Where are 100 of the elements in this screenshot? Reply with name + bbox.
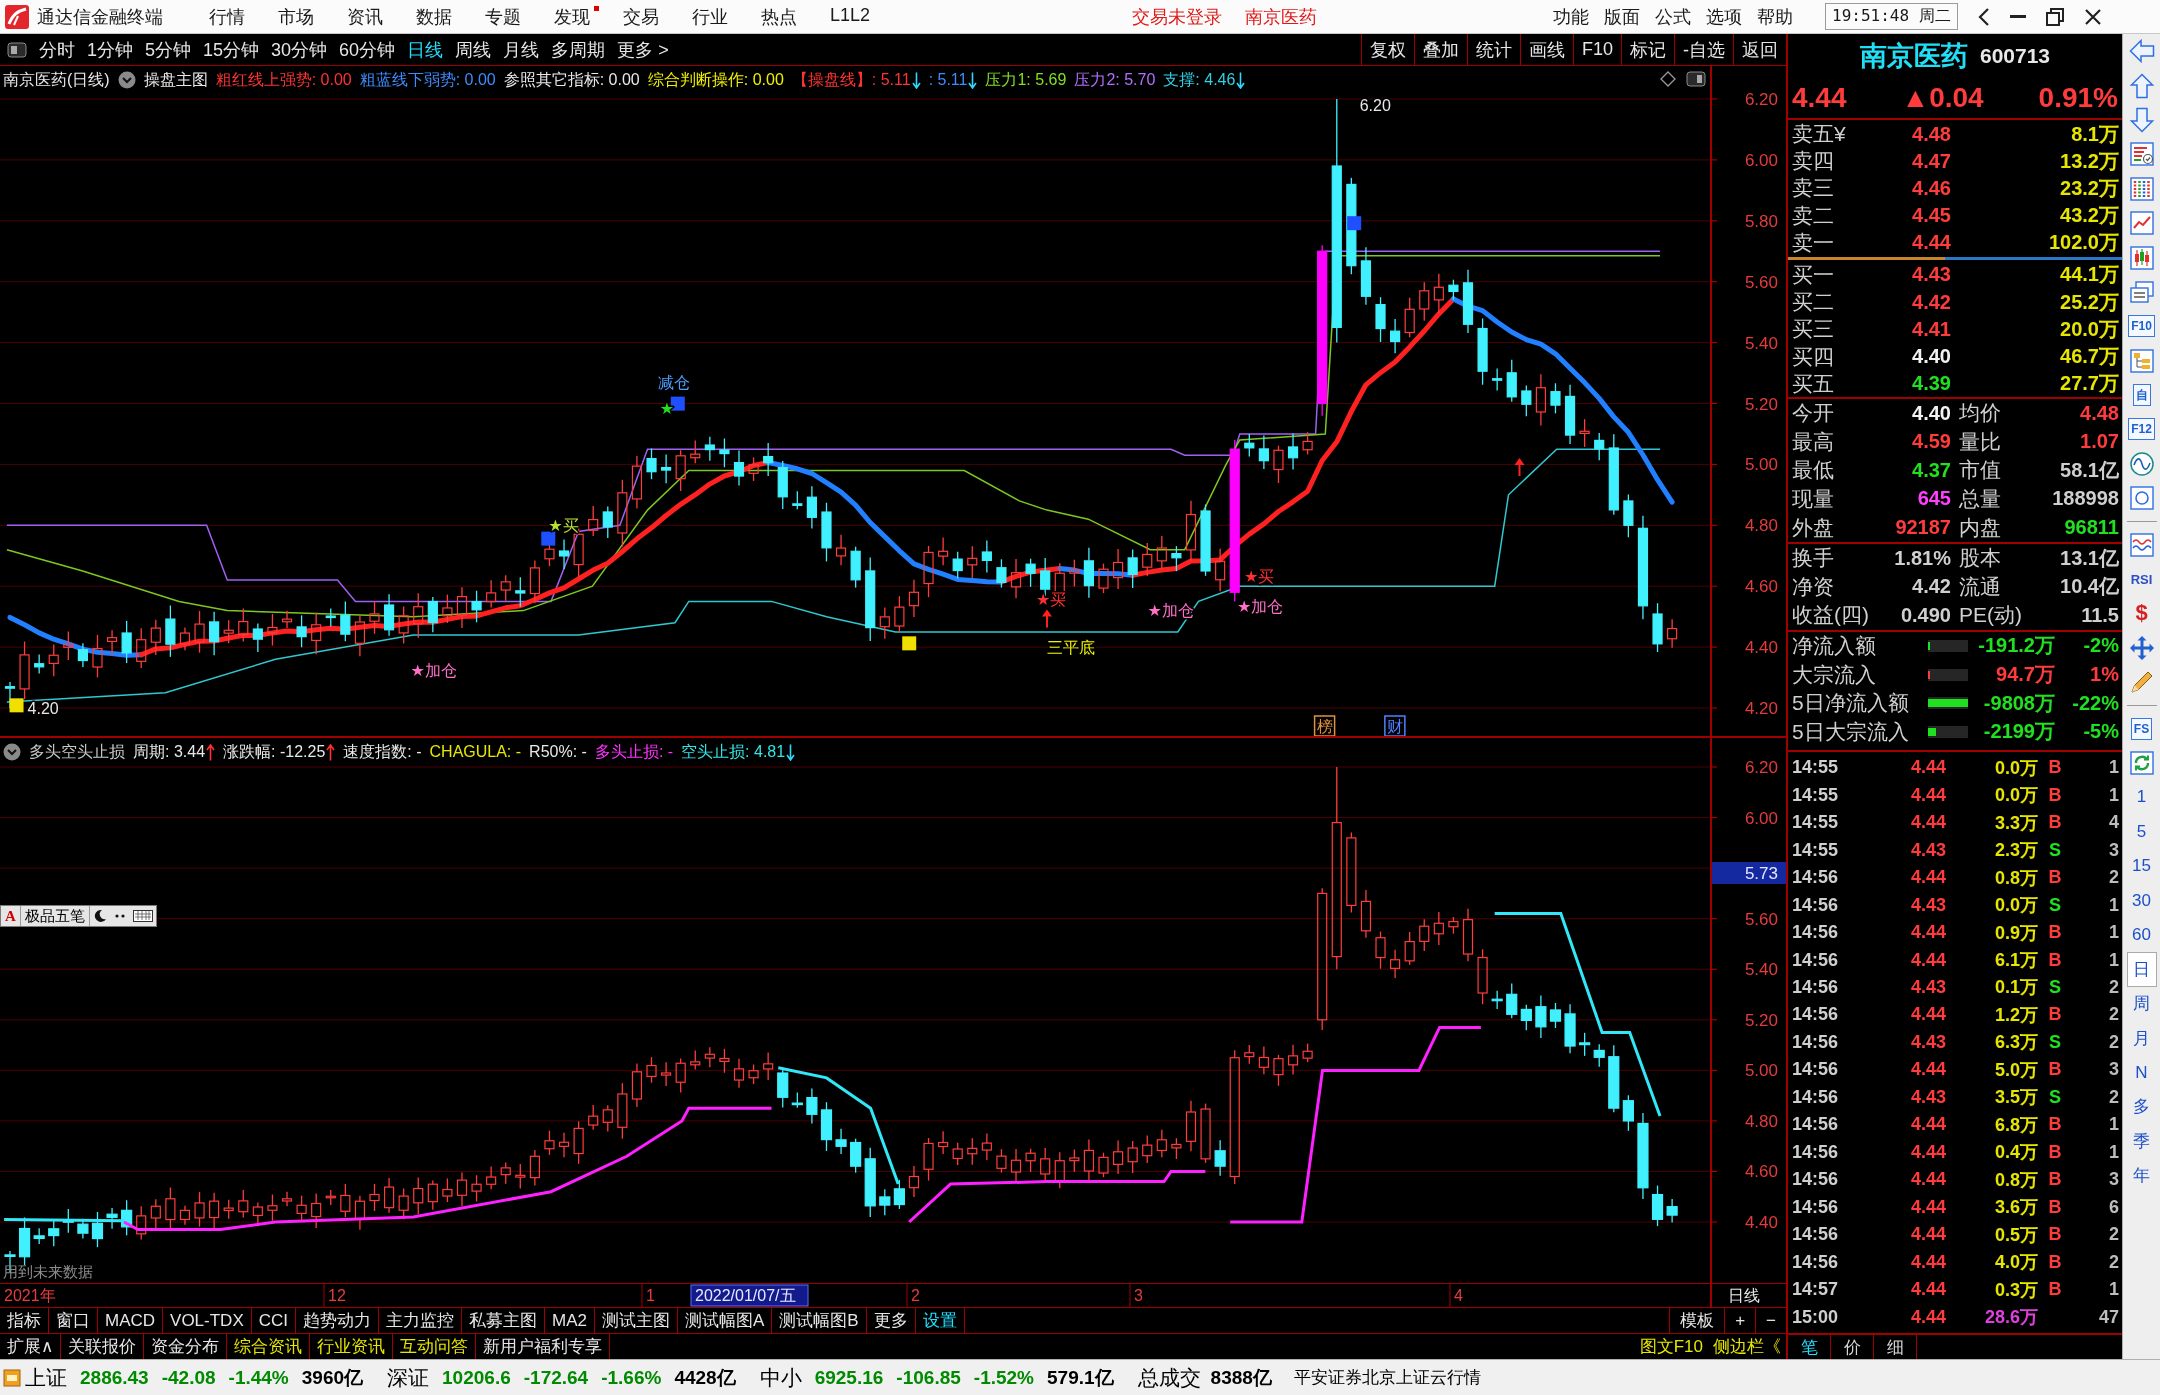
period-button[interactable]: 60 [2126,917,2157,953]
tab[interactable]: 窗口 [49,1308,98,1333]
toolbar-button[interactable]: FS [2130,717,2153,740]
toolbar-button[interactable]: 标记 [1621,34,1674,65]
toolbar-button[interactable]: 复权 [1360,34,1414,65]
toolbar-button[interactable]: F12 [2128,418,2155,441]
chevron-left-icon[interactable] [1977,6,1990,27]
period-tab[interactable]: 日线 [407,37,444,62]
tab[interactable]: MACD [98,1308,164,1333]
tab[interactable]: 趋势动力 [296,1308,380,1333]
period-tab[interactable]: 60分钟 [339,37,396,62]
period-button[interactable]: 季 [2126,1124,2157,1159]
down-arrow-icon[interactable] [2128,106,2155,133]
toolbar-button[interactable]: F10 [2128,315,2155,338]
market-icon[interactable] [3,1368,21,1387]
panel-toggle-icon[interactable] [1686,71,1706,87]
period-tab[interactable]: 5分钟 [145,37,192,62]
period-button[interactable]: 30 [2126,883,2157,918]
menu-item[interactable]: 选项 [1706,4,1743,29]
period-button[interactable]: 1 [2126,780,2157,815]
pencil-icon[interactable] [2128,669,2155,696]
table-icon[interactable] [2128,141,2155,168]
tab[interactable]: MA2 [545,1308,595,1333]
close-icon[interactable] [2083,7,2102,26]
restore-icon[interactable] [2045,7,2064,26]
menu-item[interactable]: 市场 [278,4,314,29]
toolbar-button[interactable]: F10 [1572,34,1621,65]
menu-item[interactable]: L1L2 [830,4,871,29]
curve-circle-icon[interactable] [2128,450,2155,477]
tab[interactable]: 测试主图 [595,1308,678,1333]
menu-item[interactable]: 公式 [1655,4,1692,29]
refresh-icon[interactable] [2128,750,2155,776]
wave-chart-icon[interactable] [2128,531,2155,558]
indicator-title[interactable]: 多头空头止损 [29,741,125,763]
dropdown-icon[interactable] [3,743,21,761]
menu-item[interactable]: 功能 [1553,4,1590,29]
tab[interactable]: 设置 [915,1308,965,1333]
tab[interactable]: 更多 [866,1308,916,1333]
tree-icon[interactable] [2128,347,2155,374]
period-tab[interactable]: 多周期 [551,37,606,62]
event-marker[interactable]: 财 [1384,715,1406,736]
period-tab[interactable]: 更多 > [617,37,669,62]
candlestick-icon[interactable] [2128,244,2155,271]
tab[interactable]: CCI [251,1308,297,1333]
tab[interactable]: 私募主图 [462,1308,546,1333]
left-arrow-icon[interactable] [2128,38,2155,65]
period-tab[interactable]: 周线 [455,37,492,62]
toolbar-button[interactable]: 画线 [1519,34,1573,65]
period-tab[interactable]: 分时 [39,37,75,62]
toolbar-button[interactable]: 自 [2132,384,2151,407]
period-button[interactable]: 5 [2126,814,2157,849]
line-chart-icon[interactable] [2128,210,2155,237]
formula-name[interactable]: 操盘主图 [143,69,208,91]
input-method-name[interactable]: 极品五笔 [20,906,90,926]
input-mode-button[interactable]: A [1,906,21,926]
tab[interactable]: VOL-TDX [163,1308,252,1333]
period-tab[interactable]: 1分钟 [87,37,133,62]
menu-item[interactable]: 行业 [692,4,728,29]
tab[interactable]: 测试幅图A [678,1308,773,1333]
stacked-windows-icon[interactable] [2128,278,2155,305]
period-button[interactable]: 日 [2126,952,2157,987]
action-button[interactable]: − [1755,1308,1786,1333]
event-marker[interactable]: 榜 [1313,715,1336,736]
toolbar-button[interactable]: 统计 [1466,34,1520,65]
toolbar-button[interactable]: $ [2135,600,2148,627]
action-button[interactable]: 模板 [1669,1308,1725,1333]
tab[interactable]: 测试幅图B [772,1308,867,1333]
period-button[interactable]: N [2126,1055,2157,1090]
menu-item[interactable]: 数据 [416,4,452,29]
period-button[interactable]: 年 [2126,1158,2157,1193]
toolbar-button[interactable]: -自选 [1674,34,1733,65]
menu-item[interactable]: 行情 [209,4,245,29]
toolbar-button[interactable]: 叠加 [1413,34,1467,65]
keyboard-icon[interactable] [132,909,153,923]
period-tab[interactable]: 15分钟 [203,37,260,62]
notice-link[interactable]: 交易未登录 [1132,4,1223,29]
grid-icon[interactable] [2128,175,2155,202]
period-tab[interactable]: 月线 [503,37,540,62]
menu-item[interactable]: 帮助 [1757,4,1794,29]
menu-item[interactable]: 版面 [1604,4,1641,29]
panel-toggle-icon[interactable] [7,41,27,58]
menu-item[interactable]: 专题 [485,4,521,29]
menu-item[interactable]: 交易 [623,4,659,29]
action-button[interactable]: 图文F10 [1634,1334,1708,1359]
tab[interactable]: 主力监控 [379,1308,463,1333]
diamond-icon[interactable] [1660,71,1676,87]
menu-item[interactable]: 发现 [554,4,590,29]
moon-icon[interactable] [92,909,107,923]
period-button[interactable]: 月 [2126,1020,2157,1056]
dropdown-icon[interactable] [117,71,136,89]
action-button[interactable]: + [1724,1308,1756,1333]
toolbar-button[interactable]: 返回 [1733,34,1786,65]
notice-link[interactable]: 南京医药 [1245,4,1318,29]
move-icon[interactable] [2128,634,2155,661]
action-button[interactable]: 侧边栏《 [1708,1334,1786,1359]
menu-item[interactable]: 热点 [761,4,797,29]
toolbar-button[interactable]: RSI [2130,571,2153,587]
up-arrow-icon[interactable] [2128,72,2155,99]
minimize-icon[interactable] [2009,15,2026,18]
menu-item[interactable]: 资讯 [347,4,383,29]
